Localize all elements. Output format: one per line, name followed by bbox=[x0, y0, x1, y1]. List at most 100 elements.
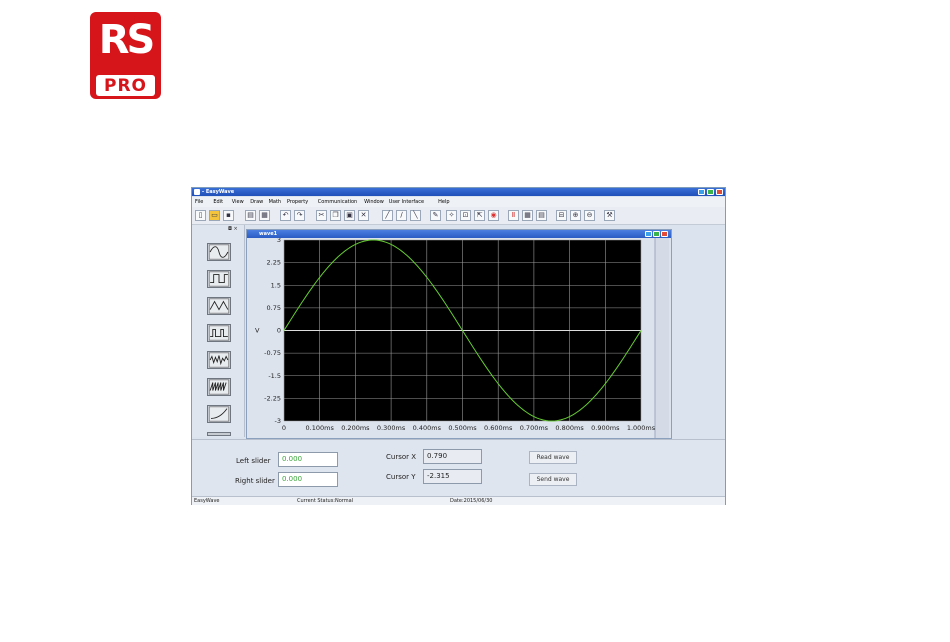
bars-icon[interactable]: Ⅱ bbox=[508, 210, 519, 221]
rs-pro-logo: RS PRO bbox=[90, 12, 161, 99]
send-wave-button[interactable]: Send wave bbox=[529, 473, 577, 486]
new-file-icon[interactable]: ▯ bbox=[195, 210, 206, 221]
delete-icon[interactable]: ✕ bbox=[358, 210, 369, 221]
sawtooth-wave-icon[interactable] bbox=[207, 378, 231, 396]
menu-user-interface[interactable]: User Interface bbox=[389, 197, 424, 207]
menu-bar: File Edit View Draw Math Property Communicatio… bbox=[192, 197, 725, 207]
y-tick-label: 2.25 bbox=[267, 259, 281, 267]
x-tick-label: 0.700ms bbox=[520, 424, 549, 432]
menu-property[interactable]: Property bbox=[287, 197, 308, 207]
y-tick-label: -1.5 bbox=[268, 372, 281, 380]
y-tick-label: 0.75 bbox=[267, 304, 281, 312]
status-state: Current Status:Normal bbox=[297, 498, 354, 504]
menu-window[interactable]: Window bbox=[364, 197, 384, 207]
menu-help[interactable]: Help bbox=[438, 197, 449, 207]
x-tick-label: 0.900ms bbox=[591, 424, 620, 432]
zoom-minus-icon[interactable]: ⊖ bbox=[584, 210, 595, 221]
copy-icon[interactable]: ❐ bbox=[330, 210, 341, 221]
logo-pro-text: PRO bbox=[96, 75, 155, 96]
menu-math[interactable]: Math bbox=[269, 197, 282, 207]
window-title: - EasyWave bbox=[202, 189, 235, 195]
menu-file[interactable]: File bbox=[195, 197, 203, 207]
wave1-minimize-button[interactable] bbox=[645, 231, 652, 237]
status-app: EasyWave bbox=[194, 498, 220, 504]
menu-communication[interactable]: Communication bbox=[318, 197, 357, 207]
triangle-wave-icon[interactable] bbox=[207, 297, 231, 315]
exponential-wave-icon[interactable] bbox=[207, 405, 231, 423]
maximize-button[interactable] bbox=[707, 189, 714, 195]
left-slider-label: Left slider bbox=[236, 457, 271, 465]
y-tick-label: -2.25 bbox=[264, 394, 281, 402]
y-tick-label: -3 bbox=[275, 417, 281, 425]
zoom-in-icon[interactable]: ⊕ bbox=[570, 210, 581, 221]
cursor-x-label: Cursor X bbox=[386, 453, 417, 461]
x-tick-label: 0.400ms bbox=[413, 424, 442, 432]
minimize-button[interactable] bbox=[698, 189, 705, 195]
zoom-area-icon[interactable]: ⊡ bbox=[460, 210, 471, 221]
more-wave-icon[interactable] bbox=[207, 432, 231, 436]
redo-icon[interactable]: ↷ bbox=[294, 210, 305, 221]
read-wave-button[interactable]: Read wave bbox=[529, 451, 577, 464]
right-slider-field[interactable]: 0.000 bbox=[278, 472, 338, 487]
wave1-maximize-button[interactable] bbox=[653, 231, 660, 237]
easywave-window: - EasyWave File Edit View Draw Math Property C… bbox=[191, 187, 726, 505]
panel-header-controls[interactable]: ◘ × bbox=[228, 226, 238, 232]
wave1-title: wave1 bbox=[259, 231, 278, 237]
logo-rs-text: RS bbox=[98, 17, 156, 63]
toolbar: ▯ ▭ ▪ ▤ ▦ ↶ ↷ ✂ ❐ ▣ ✕ ╱ ∕ ╲ ✎ ✧ ⊡ ⇱ ◉ Ⅱ ▦ ▤ ⊟ ⊕ ⊖ ⚒ bbox=[192, 207, 725, 225]
zoom-out-icon[interactable]: ⊟ bbox=[556, 210, 567, 221]
pen-icon[interactable]: ╱ bbox=[382, 210, 393, 221]
x-tick-label: 0.200ms bbox=[341, 424, 370, 432]
wave1-title-bar: wave1 bbox=[247, 230, 671, 238]
wave-shape-panel: ◘ × bbox=[192, 225, 245, 437]
waveform-chart[interactable]: 0 0.100ms 0.200ms 0.300ms 0.400ms 0.500ms 0.60… bbox=[247, 238, 671, 438]
palette-icon[interactable]: ◉ bbox=[488, 210, 499, 221]
menu-view[interactable]: View bbox=[232, 197, 244, 207]
app-icon bbox=[194, 189, 200, 195]
right-slider-label: Right slider bbox=[235, 477, 275, 485]
y-tick-label: 0 bbox=[277, 327, 281, 335]
undo-icon[interactable]: ↶ bbox=[280, 210, 291, 221]
control-panel: Left slider 0.000 Right slider 0.000 Cur… bbox=[192, 439, 725, 497]
grid-icon[interactable]: ▦ bbox=[522, 210, 533, 221]
cursor-x-value: 0.790 bbox=[423, 449, 482, 464]
close-button[interactable] bbox=[716, 189, 723, 195]
x-tick-label: 0 bbox=[282, 424, 286, 432]
menu-edit[interactable]: Edit bbox=[213, 197, 223, 207]
save-icon[interactable]: ▪ bbox=[223, 210, 234, 221]
line-pen-icon[interactable]: ∕ bbox=[396, 210, 407, 221]
x-tick-label: 0.600ms bbox=[484, 424, 513, 432]
open-folder-icon[interactable]: ▭ bbox=[209, 210, 220, 221]
pen-cross-icon[interactable]: ✎ bbox=[430, 210, 441, 221]
left-slider-field[interactable]: 0.000 bbox=[278, 452, 338, 467]
x-tick-label: 1.000ms bbox=[627, 424, 656, 432]
sine-wave-icon[interactable] bbox=[207, 243, 231, 261]
cut-icon[interactable]: ✂ bbox=[316, 210, 327, 221]
y-tick-label: -0.75 bbox=[264, 349, 281, 357]
square-wave-icon[interactable] bbox=[207, 270, 231, 288]
print-icon[interactable]: ▤ bbox=[245, 210, 256, 221]
print-preview-icon[interactable]: ▦ bbox=[259, 210, 270, 221]
cursor-y-label: Cursor Y bbox=[386, 473, 416, 481]
wand-icon[interactable]: ✧ bbox=[446, 210, 457, 221]
x-tick-label: 0.800ms bbox=[555, 424, 584, 432]
resize-icon[interactable]: ⇱ bbox=[474, 210, 485, 221]
wave1-window: wave1 0 0.100ms 0.200ms 0.300ms 0.400ms 0.500… bbox=[246, 229, 672, 439]
x-tick-label: 0.500ms bbox=[448, 424, 477, 432]
cursor-y-value: -2.315 bbox=[423, 469, 482, 484]
paste-icon[interactable]: ▣ bbox=[344, 210, 355, 221]
wave1-close-button[interactable] bbox=[661, 231, 668, 237]
menu-draw[interactable]: Draw bbox=[250, 197, 263, 207]
y-tick-label: 1.5 bbox=[271, 281, 281, 289]
x-tick-label: 0.300ms bbox=[377, 424, 406, 432]
table-icon[interactable]: ▤ bbox=[536, 210, 547, 221]
title-bar: - EasyWave bbox=[192, 188, 725, 196]
pulse-wave-icon[interactable] bbox=[207, 324, 231, 342]
vertical-scrollbar bbox=[655, 238, 669, 438]
y-axis-label: V bbox=[255, 327, 260, 335]
noise-wave-icon[interactable] bbox=[207, 351, 231, 369]
y-tick-label: 3 bbox=[277, 238, 281, 244]
tool-icon[interactable]: ⚒ bbox=[604, 210, 615, 221]
x-tick-label: 0.100ms bbox=[306, 424, 335, 432]
pen-bold-icon[interactable]: ╲ bbox=[410, 210, 421, 221]
